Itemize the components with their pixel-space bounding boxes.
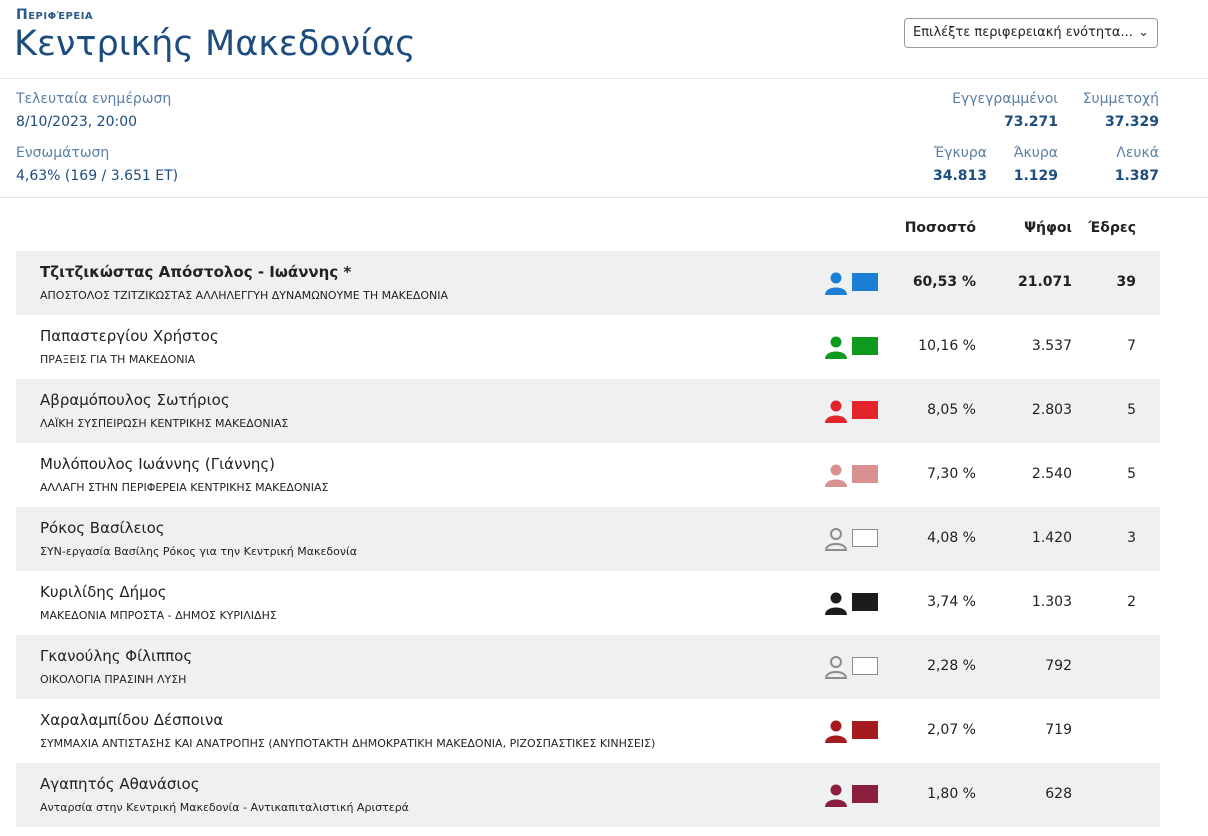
party-color-swatch	[852, 401, 878, 419]
person-icon	[824, 719, 848, 743]
candidate-name: Αβραμόπουλος Σωτήριος	[40, 391, 230, 409]
party-color-swatch	[852, 657, 878, 675]
party-name: ΟΙΚΟΛΟΓΙΑ ΠΡΑΣΙΝΗ ΛΥΣΗ	[40, 673, 187, 686]
seats-value: 2	[1127, 594, 1136, 610]
column-header-percent: Ποσοστό	[904, 220, 976, 236]
table-row[interactable]: Αγαπητός Αθανάσιος Ανταρσία στην Κεντρικ…	[16, 763, 1160, 827]
valid-value: 34.813	[932, 168, 987, 184]
seats-value: 3	[1127, 530, 1136, 546]
person-icon	[824, 271, 848, 295]
percent-value: 7,30 %	[927, 466, 976, 482]
table-row[interactable]: Μυλόπουλος Ιωάννης (Γιάννης) ΑΛΛΑΓΗ ΣΤΗΝ…	[16, 443, 1160, 507]
candidate-name: Ρόκος Βασίλειος	[40, 519, 165, 537]
candidate-name: Γκανούλης Φίλιππος	[40, 647, 193, 665]
percent-value: 8,05 %	[927, 402, 976, 418]
table-row[interactable]: Αβραμόπουλος Σωτήριος ΛΑΪΚΗ ΣΥΣΠΕΙΡΩΣΗ Κ…	[16, 379, 1160, 443]
votes-value: 628	[1045, 786, 1072, 802]
percent-value: 3,74 %	[927, 594, 976, 610]
party-color-swatch	[852, 337, 878, 355]
column-header-votes: Ψήφοι	[1024, 220, 1072, 236]
party-name: ΜΑΚΕΔΟΝΙΑ ΜΠΡΟΣΤΑ - ΔΗΜΟΣ ΚΥΡΙΛΙΔΗΣ	[40, 609, 277, 622]
person-icon	[824, 655, 848, 679]
valid-label: Έγκυρα	[933, 145, 987, 161]
integration-value: 4,63% (169 / 3.651 ΕΤ)	[16, 168, 179, 184]
table-row[interactable]: Χαραλαμπίδου Δέσποινα ΣΥΜΜΑΧΙΑ ΑΝΤΙΣΤΑΣΗ…	[16, 699, 1160, 763]
votes-value: 2.803	[1031, 402, 1072, 418]
person-icon	[824, 399, 848, 423]
party-name: ΣΥΜΜΑΧΙΑ ΑΝΤΙΣΤΑΣΗΣ ΚΑΙ ΑΝΑΤΡΟΠΗΣ (ΑΝΥΠΟ…	[40, 737, 656, 750]
votes-value: 3.537	[1031, 338, 1072, 354]
regional-unit-select[interactable]: Επιλέξτε περιφερειακή ενότητα... ⌄	[904, 18, 1158, 48]
votes-value: 1.303	[1031, 594, 1072, 610]
votes-value: 719	[1045, 722, 1072, 738]
candidate-name: Χαραλαμπίδου Δέσποινα	[40, 711, 224, 729]
percent-value: 2,07 %	[927, 722, 976, 738]
table-row[interactable]: Παπαστεργίου Χρήστος ΠΡΑΞΕΙΣ ΓΙΑ ΤΗ ΜΑΚΕ…	[16, 315, 1160, 379]
integration-label: Ενσωμάτωση	[16, 145, 110, 161]
chevron-down-icon: ⌄	[1138, 25, 1149, 40]
blank-label: Λευκά	[1116, 145, 1159, 161]
person-icon	[824, 463, 848, 487]
summary-panel: Τελευταία ενημέρωση 8/10/2023, 20:00 Ενσ…	[0, 79, 1208, 198]
party-color-swatch	[852, 785, 878, 803]
party-color-swatch	[852, 273, 878, 291]
participation-label: Συμμετοχή	[1082, 91, 1159, 107]
registered-label: Εγγεγραμμένοι	[952, 91, 1058, 107]
page-header: Περιφέρεια Κεντρικής Μακεδονίας Επιλέξτε…	[0, 0, 1208, 79]
party-color-swatch	[852, 593, 878, 611]
percent-value: 10,16 %	[918, 338, 976, 354]
region-label: Περιφέρεια	[16, 7, 94, 23]
registered-value: 73.271	[1003, 114, 1058, 130]
blank-value: 1.387	[1114, 168, 1159, 184]
candidate-name: Τζιτζικώστας Απόστολος - Ιωάννης *	[40, 263, 352, 281]
results-table: Τζιτζικώστας Απόστολος - Ιωάννης * ΑΠΟΣΤ…	[16, 251, 1160, 827]
percent-value: 1,80 %	[927, 786, 976, 802]
percent-value: 4,08 %	[927, 530, 976, 546]
last-update-value: 8/10/2023, 20:00	[16, 114, 138, 130]
participation-value: 37.329	[1104, 114, 1159, 130]
percent-value: 2,28 %	[927, 658, 976, 674]
candidate-name: Μυλόπουλος Ιωάννης (Γιάννης)	[40, 455, 275, 473]
party-color-swatch	[852, 721, 878, 739]
table-row[interactable]: Γκανούλης Φίλιππος ΟΙΚΟΛΟΓΙΑ ΠΡΑΣΙΝΗ ΛΥΣ…	[16, 635, 1160, 699]
candidate-name: Κυριλίδης Δήμος	[40, 583, 167, 601]
table-row[interactable]: Κυριλίδης Δήμος ΜΑΚΕΔΟΝΙΑ ΜΠΡΟΣΤΑ - ΔΗΜΟ…	[16, 571, 1160, 635]
votes-value: 21.071	[1017, 274, 1072, 290]
candidate-name: Αγαπητός Αθανάσιος	[40, 775, 200, 793]
seats-value: 7	[1127, 338, 1136, 354]
last-update-label: Τελευταία ενημέρωση	[16, 91, 172, 107]
table-row[interactable]: Τζιτζικώστας Απόστολος - Ιωάννης * ΑΠΟΣΤ…	[16, 251, 1160, 315]
party-name: ΛΑΪΚΗ ΣΥΣΠΕΙΡΩΣΗ ΚΕΝΤΡΙΚΗΣ ΜΑΚΕΔΟΝΙΑΣ	[40, 417, 289, 430]
party-name: ΑΠΟΣΤΟΛΟΣ ΤΖΙΤΖΙΚΩΣΤΑΣ ΑΛΛΗΛΕΓΓΥΗ ΔΥΝΑΜΩ…	[40, 289, 449, 302]
party-color-swatch	[852, 529, 878, 547]
party-name: ΣΥΝ-εργασία Βασίλης Ρόκος για την Κεντρι…	[40, 545, 357, 558]
person-icon	[824, 335, 848, 359]
votes-value: 792	[1045, 658, 1072, 674]
seats-value: 5	[1127, 466, 1136, 482]
candidate-name: Παπαστεργίου Χρήστος	[40, 327, 219, 345]
party-name: ΑΛΛΑΓΗ ΣΤΗΝ ΠΕΡΙΦΕΡΕΙΑ ΚΕΝΤΡΙΚΗΣ ΜΑΚΕΔΟΝ…	[40, 481, 329, 494]
seats-value: 5	[1127, 402, 1136, 418]
party-color-swatch	[852, 465, 878, 483]
votes-value: 2.540	[1031, 466, 1072, 482]
percent-value: 60,53 %	[912, 274, 976, 290]
column-header-seats: Έδρες	[1088, 220, 1136, 236]
person-icon	[824, 591, 848, 615]
invalid-label: Άκυρα	[1013, 145, 1058, 161]
invalid-value: 1.129	[1013, 168, 1058, 184]
seats-value: 39	[1116, 274, 1136, 290]
party-name: ΠΡΑΞΕΙΣ ΓΙΑ ΤΗ ΜΑΚΕΔΟΝΙΑ	[40, 353, 196, 366]
select-value: Επιλέξτε περιφερειακή ενότητα...	[913, 25, 1133, 40]
person-icon	[824, 783, 848, 807]
votes-value: 1.420	[1031, 530, 1072, 546]
page-title: Κεντρικής Μακεδονίας	[14, 24, 416, 64]
person-icon	[824, 527, 848, 551]
table-row[interactable]: Ρόκος Βασίλειος ΣΥΝ-εργασία Βασίλης Ρόκο…	[16, 507, 1160, 571]
party-name: Ανταρσία στην Κεντρική Μακεδονία - Αντικ…	[40, 801, 409, 814]
